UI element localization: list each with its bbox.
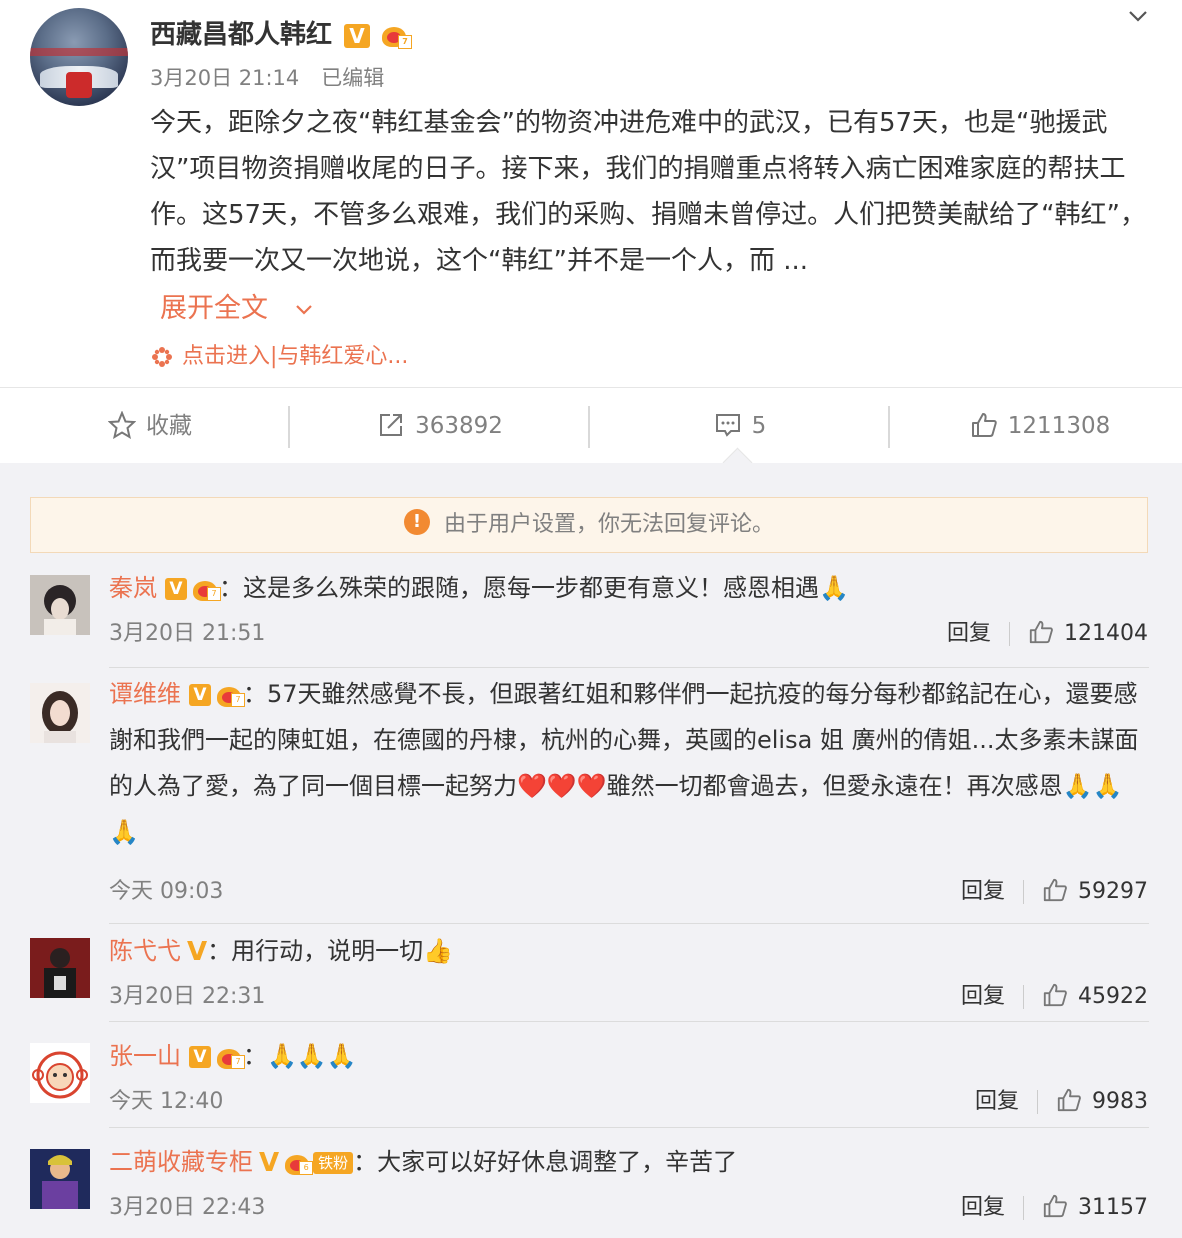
verified-icon: V	[189, 1046, 211, 1068]
commenter-avatar[interactable]	[30, 938, 90, 998]
like-button[interactable]: 1211308	[890, 388, 1182, 464]
reply-button[interactable]: 回复	[961, 879, 1005, 904]
like-icon	[971, 412, 997, 437]
comment-text: ：57天雖然感覺不長，但跟著红姐和夥伴們一起抗疫的每分每秒都銘記在心，還要感謝和…	[109, 680, 1139, 846]
comment-count: 5	[751, 413, 767, 439]
comment-time: 3月20日 22:43	[109, 1195, 266, 1220]
like-icon[interactable]	[1042, 877, 1068, 903]
repost-button[interactable]: 363892	[290, 388, 590, 464]
comment-actions: 回复 45922	[961, 978, 1148, 1010]
comment-time: 今天 09:03	[109, 879, 224, 904]
action-bar: 收藏 363892 5 1211308	[0, 387, 1182, 464]
commenter-name[interactable]: 秦岚	[109, 574, 157, 602]
commenter-avatar[interactable]	[30, 575, 90, 635]
commenter-avatar[interactable]	[30, 1043, 90, 1103]
comment-like-count: 9983	[1092, 1089, 1148, 1114]
author-avatar[interactable]	[30, 8, 128, 106]
crown-icon: 7	[380, 23, 413, 49]
commenter-name[interactable]: 陈弋弋	[109, 937, 181, 965]
comment-text: ：这是多么殊荣的跟随，愿每一步都更有意义！感恩相遇🙏	[219, 574, 849, 602]
commenter-name[interactable]: 张一山	[109, 1042, 181, 1070]
comment-actions: 回复 9983	[975, 1083, 1148, 1115]
comment-body: 谭维维 V 7 ：57天雖然感覺不長，但跟著红姐和夥伴們一起抗疫的每分每秒都銘記在心，…	[109, 671, 1149, 855]
comment-actions: 回复 59297	[961, 873, 1148, 905]
reply-button[interactable]: 回复	[961, 984, 1005, 1009]
post-text: 今天，距除夕之夜“韩红基金会”的物资冲进危难中的武汉，已有57天，也是“驰援武汉…	[150, 108, 1147, 276]
reply-button[interactable]: 回复	[947, 621, 991, 646]
comment-like-count: 31157	[1078, 1195, 1148, 1220]
comment-time: 3月20日 21:51	[109, 621, 266, 646]
repost-icon	[380, 413, 403, 436]
edited-label: 已编辑	[321, 66, 385, 90]
expand-full-text[interactable]: 展开全文	[160, 286, 313, 325]
comment-time: 3月20日 22:31	[109, 984, 266, 1009]
expand-label: 展开全文	[160, 293, 268, 324]
favorite-button[interactable]: 收藏	[0, 388, 300, 464]
like-icon[interactable]	[1056, 1087, 1082, 1113]
commenter-avatar[interactable]	[30, 683, 90, 743]
crown-icon: 7	[215, 1045, 245, 1069]
verified-icon: V	[187, 937, 208, 967]
post-time[interactable]: 3月20日 21:14	[150, 66, 299, 90]
like-icon[interactable]	[1028, 619, 1054, 645]
favorite-label: 收藏	[146, 413, 192, 439]
author-name[interactable]: 西藏昌都人韩红	[150, 20, 332, 50]
comment-body: 秦岚 V 7 ：这是多么殊荣的跟随，愿每一步都更有意义！感恩相遇🙏	[109, 565, 1149, 611]
like-count: 1211308	[1007, 413, 1111, 439]
repost-count: 363892	[415, 413, 503, 439]
star-icon	[108, 410, 136, 439]
crown-icon: 7	[215, 683, 245, 707]
author-line: 西藏昌都人韩红 V 7	[150, 14, 413, 51]
comment-divider	[109, 667, 1149, 668]
crown-icon: 6	[283, 1151, 314, 1175]
chevron-down-icon	[295, 304, 312, 315]
comment-actions: 回复 121404	[947, 615, 1148, 647]
comment-section: ! 由于用户设置，你无法回复评论。 秦岚 V 7 ：这是多么殊荣的跟随，愿每一步都更有意…	[0, 447, 1182, 1238]
like-icon[interactable]	[1042, 982, 1068, 1008]
reply-button[interactable]: 回复	[961, 1195, 1005, 1220]
fan-badge: 铁粉	[313, 1152, 354, 1174]
notice-text: 由于用户设置，你无法回复评论。	[443, 512, 774, 537]
comment-divider	[109, 923, 1149, 924]
comment-body: 陈弋弋 V：用行动，说明一切👍	[109, 928, 1149, 975]
reply-disabled-notice: ! 由于用户设置，你无法回复评论。	[30, 497, 1148, 553]
commenter-name[interactable]: 谭维维	[109, 680, 181, 708]
comment-body: 二萌收藏专柜 V 6 铁粉 ：大家可以好好休息调整了，辛苦了	[109, 1139, 1149, 1186]
commenter-avatar[interactable]	[30, 1149, 90, 1209]
verified-icon: V	[344, 23, 371, 48]
verified-icon: V	[259, 1148, 280, 1178]
flower-icon	[152, 347, 172, 367]
comment-divider	[109, 1021, 1149, 1022]
chevron-down-icon[interactable]	[1128, 6, 1148, 26]
comment-body: 张一山 V 7 ：🙏🙏🙏	[109, 1033, 1149, 1079]
comment-like-count: 45922	[1078, 984, 1148, 1009]
comment-time: 今天 12:40	[109, 1089, 224, 1114]
reply-button[interactable]: 回复	[975, 1089, 1019, 1114]
commenter-name[interactable]: 二萌收藏专柜	[109, 1148, 253, 1176]
verified-icon: V	[165, 578, 187, 600]
verified-icon: V	[189, 684, 211, 706]
topic-link[interactable]: 点击进入|与韩红爱心...	[150, 338, 408, 370]
comment-divider	[109, 1127, 1149, 1128]
topic-link-label: 点击进入|与韩红爱心...	[182, 344, 409, 369]
comment-like-count: 121404	[1064, 621, 1148, 646]
comment-text: ：🙏🙏🙏	[243, 1042, 357, 1070]
crown-icon: 7	[191, 577, 221, 601]
comment-text: ：大家可以好好休息调整了，辛苦了	[353, 1148, 738, 1176]
post-card: 西藏昌都人韩红 V 7 3月20日 21:14 已编辑 今天，距除夕之夜“韩红基金会”…	[0, 0, 1182, 387]
comment-icon	[715, 413, 740, 437]
post-meta: 3月20日 21:14 已编辑	[150, 62, 384, 92]
warning-icon: !	[403, 509, 430, 535]
comment-text: ：用行动，说明一切👍	[207, 937, 454, 965]
comment-actions: 回复 31157	[961, 1189, 1148, 1221]
comment-like-count: 59297	[1078, 879, 1148, 904]
like-icon[interactable]	[1042, 1193, 1068, 1219]
